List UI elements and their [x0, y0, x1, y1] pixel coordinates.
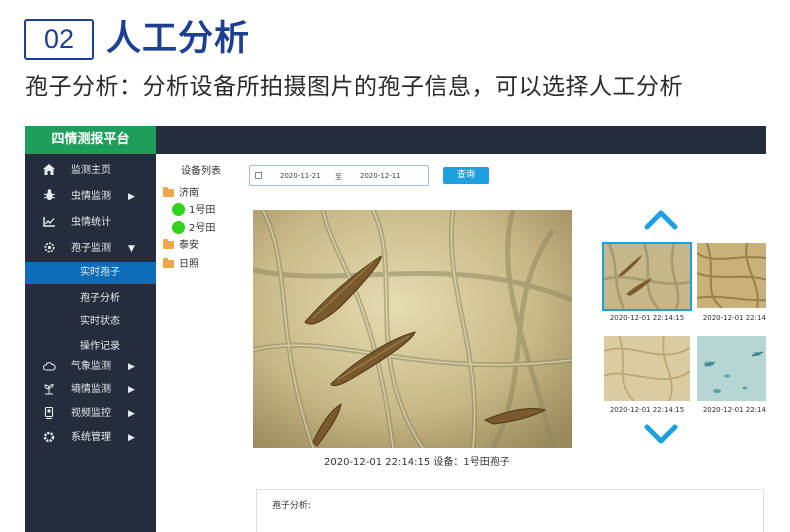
online-status-icon — [172, 203, 185, 216]
thumbnail-caption: 2020-12-01 22:14:15 — [702, 314, 766, 322]
chevron-right-icon: ▶ — [128, 409, 135, 419]
calendar-icon — [255, 172, 262, 179]
sidebar-item-label: 虫情统计 — [71, 217, 111, 228]
app-window: 四情测报平台 监测主页 虫情监测 ▶ 虫情统计 孢子监测 ▼ 实时孢子 孢子分析… — [25, 126, 766, 532]
spore-analysis-label: 孢子分析: — [272, 501, 312, 511]
sidebar-item-spore-monitor[interactable]: 孢子监测 ▼ — [25, 238, 156, 260]
date-range-picker[interactable]: 2020-11-21 至 2020-12-11 — [249, 165, 429, 186]
cloud-icon — [42, 356, 56, 378]
sidebar-subitem-label: 实时状态 — [80, 316, 120, 327]
sidebar-item-home[interactable]: 监测主页 — [25, 160, 156, 182]
sidebar-item-label: 墒情监测 — [71, 384, 111, 395]
thumbnail-caption: 2020-12-01 22:14:15 — [702, 406, 766, 414]
sidebar-item-system[interactable]: 系统管理 ▶ — [25, 427, 156, 449]
sidebar: 监测主页 虫情监测 ▶ 虫情统计 孢子监测 ▼ 实时孢子 孢子分析 实时状态 操… — [25, 154, 156, 532]
brand-logo[interactable]: 四情测报平台 — [25, 126, 156, 154]
query-button[interactable]: 查询 — [443, 167, 489, 184]
sidebar-item-pest-stats[interactable]: 虫情统计 — [25, 212, 156, 234]
sidebar-item-label: 虫情监测 — [71, 191, 111, 202]
page-subtitle: 孢子分析：分析设备所拍摄图片的孢子信息，可以选择人工分析 — [25, 74, 683, 100]
device-list-panel: 设备列表 济南 1号田 2号田 泰安 日照 — [156, 154, 240, 532]
chevron-down-icon: ▼ — [128, 244, 135, 254]
tree-node-rizhao[interactable]: 日照 — [163, 258, 199, 272]
chart-line-icon — [42, 212, 56, 234]
sidebar-item-video[interactable]: 视频监控 ▶ — [25, 403, 156, 425]
main-content: 2020-11-21 至 2020-12-11 查询 2020-12-01 22… — [240, 154, 766, 532]
tree-node-field-2[interactable]: 2号田 — [172, 221, 215, 236]
sidebar-subitem-realtime-spore[interactable]: 实时孢子 — [25, 262, 156, 284]
tree-node-field-1[interactable]: 1号田 — [172, 203, 215, 218]
thumbnail-2[interactable] — [697, 243, 766, 308]
chevron-right-icon: ▶ — [128, 433, 135, 443]
main-image-caption: 2020-12-01 22:14:15 设备：1号田孢子 — [324, 457, 510, 468]
sidebar-item-label: 系统管理 — [71, 432, 111, 443]
sidebar-item-label: 气象监测 — [71, 361, 111, 372]
sidebar-item-weather[interactable]: 气象监测 ▶ — [25, 356, 156, 378]
spore-analysis-box[interactable]: 孢子分析: — [256, 489, 764, 532]
spore-main-image[interactable] — [253, 210, 572, 448]
chevron-down-icon — [644, 424, 678, 444]
tree-node-label: 1号田 — [189, 205, 216, 216]
thumbnail-caption: 2020-12-01 22:14:15 — [609, 406, 685, 414]
gear-icon — [42, 238, 56, 260]
date-separator: 至 — [335, 173, 342, 181]
sidebar-item-label: 视频监控 — [71, 408, 111, 419]
device-list-title: 设备列表 — [181, 166, 221, 177]
scroll-up-button[interactable] — [644, 208, 678, 230]
bug-icon — [42, 186, 56, 208]
tree-node-jinan[interactable]: 济南 — [163, 187, 199, 201]
thumbnail-4[interactable] — [697, 336, 766, 401]
end-date[interactable]: 2020-12-11 — [360, 172, 401, 180]
chevron-up-icon — [644, 210, 678, 230]
sidebar-subitem-label: 孢子分析 — [80, 293, 120, 304]
sidebar-subitem-operation-log[interactable]: 操作记录 — [25, 336, 156, 358]
home-icon — [42, 160, 56, 182]
tree-node-label: 日照 — [179, 259, 199, 270]
tree-node-label: 济南 — [179, 188, 199, 199]
section-number: 02 — [24, 19, 94, 60]
tree-node-label: 泰安 — [179, 240, 199, 251]
chevron-right-icon: ▶ — [128, 192, 135, 202]
chevron-right-icon: ▶ — [128, 385, 135, 395]
thumbnail-1[interactable] — [602, 242, 692, 311]
thumbnail-3[interactable] — [604, 336, 690, 401]
folder-icon — [163, 239, 174, 249]
sidebar-subitem-spore-analysis[interactable]: 孢子分析 — [25, 288, 156, 310]
camera-icon — [42, 403, 56, 425]
thumbnail-caption: 2020-12-01 22:14:15 — [609, 314, 685, 322]
sidebar-subitem-realtime-status[interactable]: 实时状态 — [25, 311, 156, 333]
sidebar-subitem-label: 操作记录 — [80, 341, 120, 352]
scroll-down-button[interactable] — [644, 424, 678, 446]
folder-icon — [163, 258, 174, 268]
sprout-icon — [42, 379, 56, 401]
page-title: 人工分析 — [106, 19, 251, 59]
sidebar-item-pest-monitor[interactable]: 虫情监测 ▶ — [25, 186, 156, 208]
tree-node-taian[interactable]: 泰安 — [163, 239, 199, 253]
settings-icon — [42, 427, 56, 449]
sidebar-item-label: 孢子监测 — [71, 243, 111, 254]
sidebar-item-label: 监测主页 — [71, 165, 111, 176]
tree-node-label: 2号田 — [189, 223, 216, 234]
sidebar-subitem-label: 实时孢子 — [80, 267, 120, 278]
sidebar-item-soil[interactable]: 墒情监测 ▶ — [25, 379, 156, 401]
folder-open-icon — [163, 187, 174, 197]
start-date[interactable]: 2020-11-21 — [280, 172, 321, 180]
online-status-icon — [172, 221, 185, 234]
chevron-right-icon: ▶ — [128, 362, 135, 372]
